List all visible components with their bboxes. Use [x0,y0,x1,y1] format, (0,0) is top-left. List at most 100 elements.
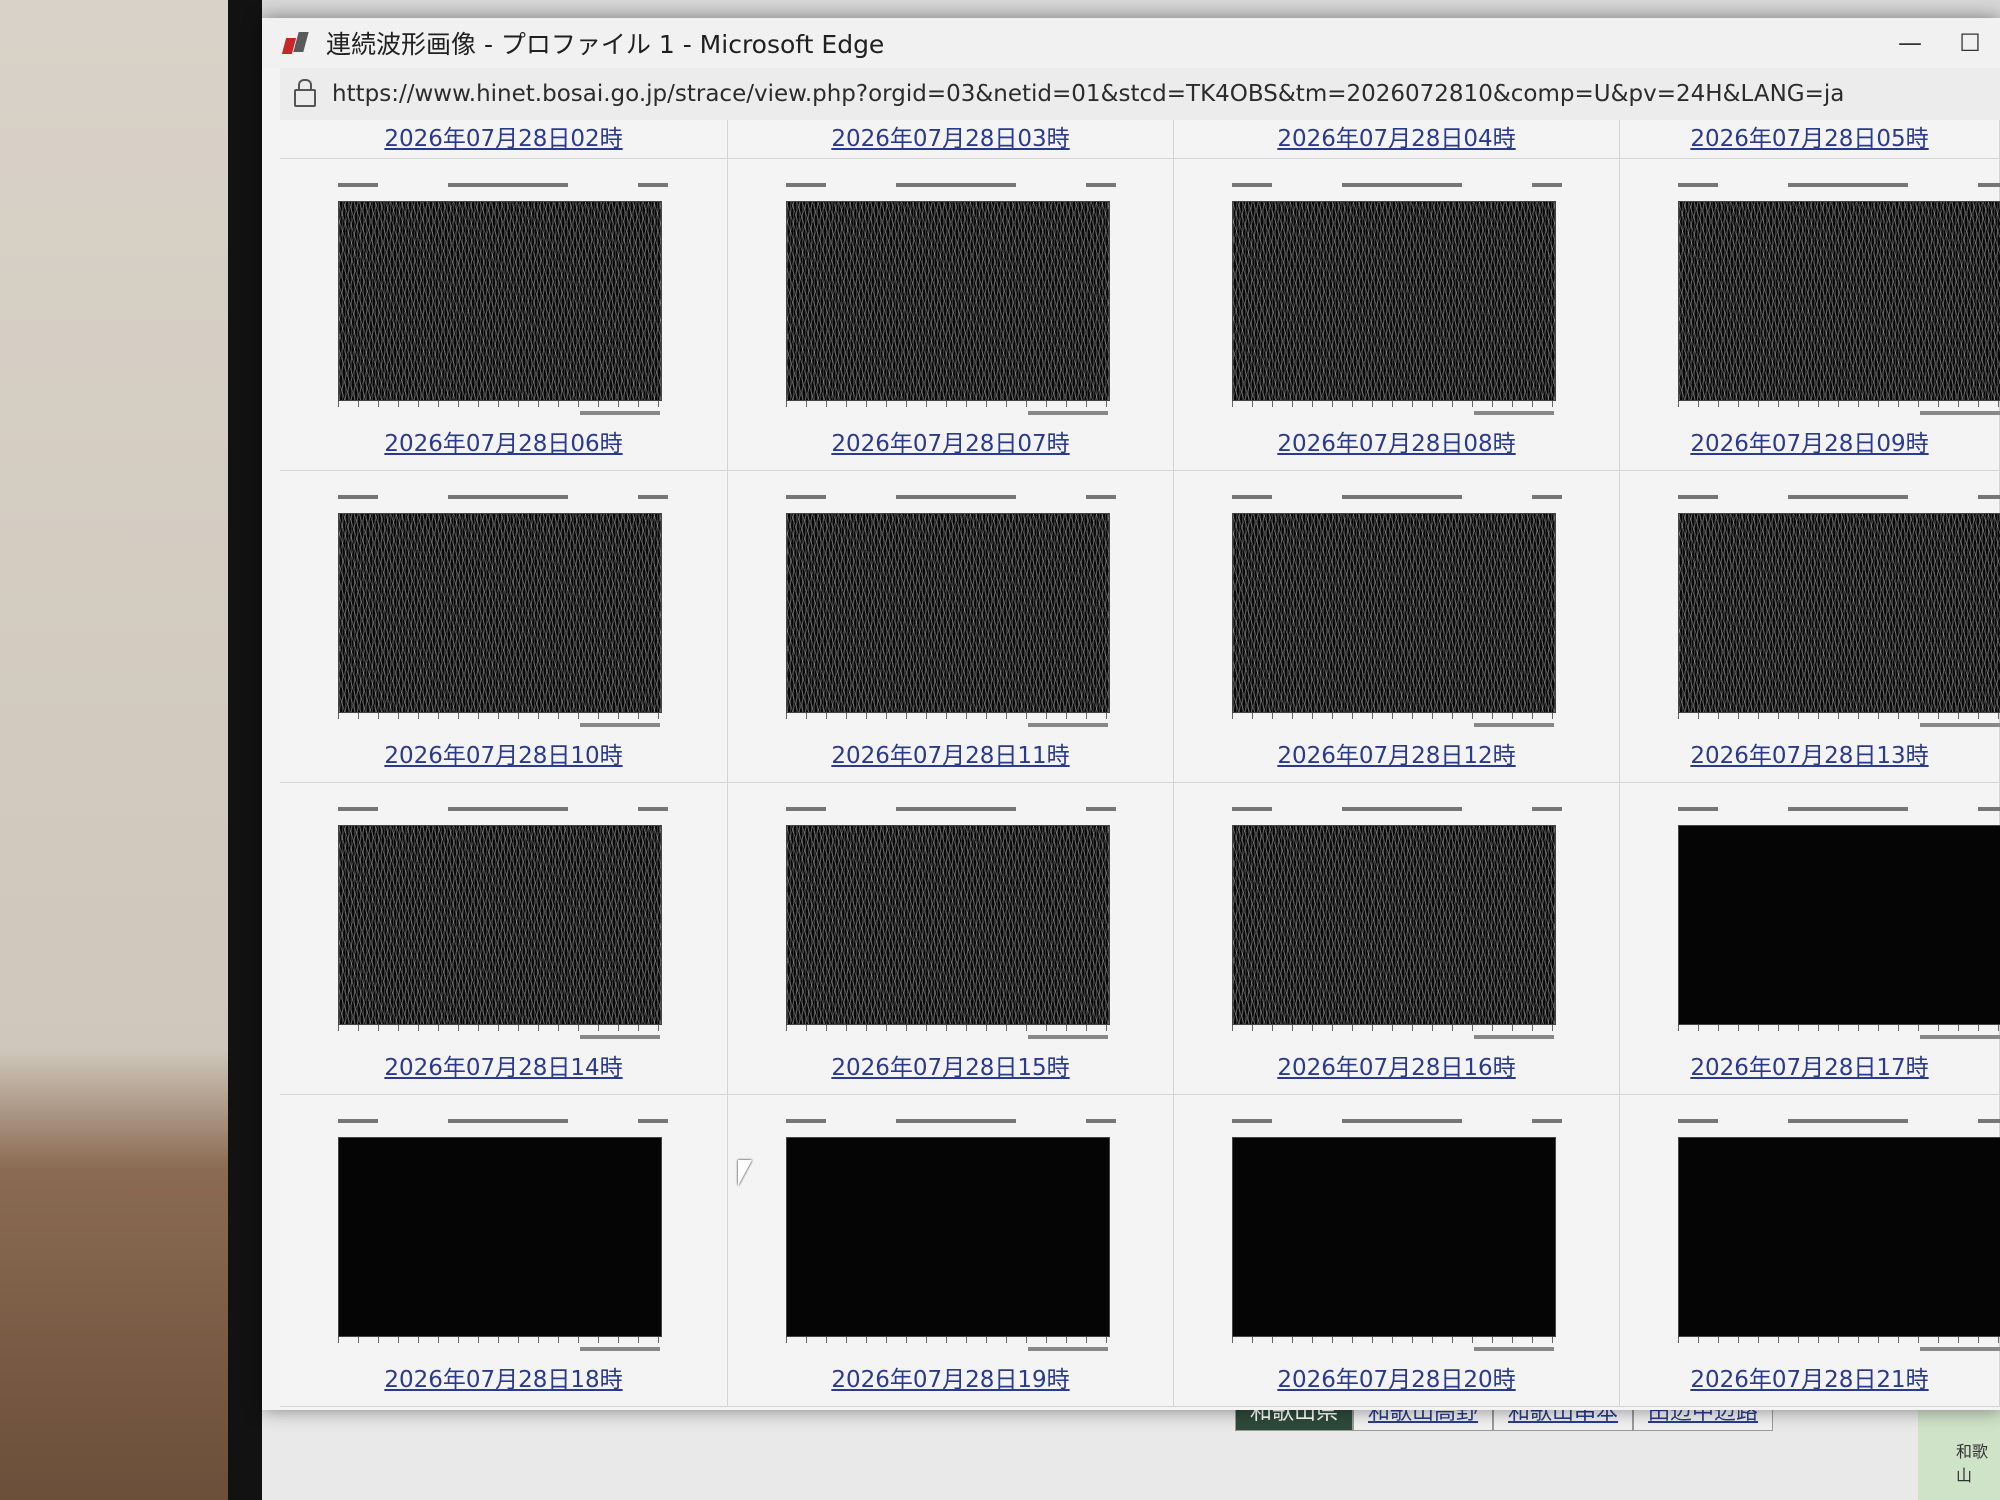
waveform-cell: 2026年07月28日11時 [728,471,1174,783]
plot-header [1232,495,1562,507]
waveform-plot [338,1137,662,1337]
hour-link[interactable]: 2026年07月28日20時 [1277,1367,1515,1393]
hour-link[interactable]: 2026年07月28日07時 [831,431,1069,457]
hour-link[interactable]: 2026年07月28日02時 [384,126,622,152]
waveform-plot [1232,201,1556,401]
waveform-grid: 2026年07月28日06時 2026年07月28日07時 2026年07月28日0… [280,159,2000,1407]
window-title: 連続波形画像 - プロファイル 1 - Microsoft Edge [326,30,885,59]
waveform-cell: 2026年07月28日08時 [1174,159,1620,471]
hour-link[interactable]: 2026年07月28日18時 [384,1367,622,1393]
waveform-plot [1678,1137,2000,1337]
time-axis-ticks [1232,1337,1554,1343]
waveform-cell: 2026年07月28日12時 [1174,471,1620,783]
cell-link-wrap: 2026年07月28日14時 [280,1048,727,1082]
plot-header [1232,183,1562,195]
cell-link-wrap: 2026年07月28日17時 [1620,1048,1999,1082]
plot-header [1678,183,2000,195]
hour-link[interactable]: 2026年07月28日12時 [1277,743,1515,769]
waveform-cell: 2026年07月28日20時 [1174,1095,1620,1407]
waveform-plot [786,825,1110,1025]
plot-footer [1028,1035,1108,1039]
waveform-cell: 2026年07月28日07時 [728,159,1174,471]
waveform-cell: 2026年07月28日18時 [280,1095,728,1407]
lock-icon[interactable] [294,79,316,107]
cell-link-wrap: 2026年07月28日11時 [728,736,1173,770]
cell-link-wrap: 2026年07月28日20時 [1174,1360,1619,1394]
plot-footer [1920,723,2000,727]
waveform-cell: 2026年07月28日06時 [280,159,728,471]
popup-window: 連続波形画像 - プロファイル 1 - Microsoft Edge — ☐ h… [262,18,2000,1410]
plot-header [338,495,668,507]
hour-link[interactable]: 2026年07月28日15時 [831,1055,1069,1081]
waveform-plot [338,825,662,1025]
hour-link[interactable]: 2026年07月28日13時 [1690,743,1928,769]
waveform-plot [786,513,1110,713]
time-axis-ticks [786,713,1108,719]
plot-footer [1474,411,1554,415]
time-axis-ticks [786,401,1108,407]
plot-header [786,183,1116,195]
time-axis-ticks [1678,1337,2000,1343]
top-link-row: 2026年07月28日02時 2026年07月28日03時 2026年07月28… [280,120,2000,160]
edge-app-icon [281,30,310,56]
waveform-plot [1678,825,2000,1025]
waveform-cell: 2026年07月28日19時 [728,1095,1174,1407]
time-axis-ticks [338,713,660,719]
cell-link-wrap: 2026年07月28日18時 [280,1360,727,1394]
url-text[interactable]: https://www.hinet.bosai.go.jp/strace/vie… [332,81,1844,107]
hour-link[interactable]: 2026年07月28日06時 [384,431,622,457]
cell-link-wrap: 2026年07月28日12時 [1174,736,1619,770]
address-bar[interactable]: https://www.hinet.bosai.go.jp/strace/vie… [280,68,2000,120]
map-label: 和歌山 [1956,1442,1989,1485]
waveform-plot [786,1137,1110,1337]
time-axis-ticks [1232,713,1554,719]
plot-header [1678,807,2000,819]
title-bar[interactable]: 連続波形画像 - プロファイル 1 - Microsoft Edge — ☐ [262,18,2000,68]
hour-link[interactable]: 2026年07月28日03時 [831,126,1069,152]
plot-footer [1474,1035,1554,1039]
plot-footer [580,1347,660,1351]
top-link-cell: 2026年07月28日04時 [1174,120,1620,160]
hour-link[interactable]: 2026年07月28日05時 [1690,126,1928,152]
plot-header [1678,495,2000,507]
top-link-cell: 2026年07月28日05時 [1620,120,2000,160]
plot-footer [1920,411,2000,415]
hour-link[interactable]: 2026年07月28日10時 [384,743,622,769]
time-axis-ticks [1232,401,1554,407]
hour-link[interactable]: 2026年07月28日11時 [831,743,1069,769]
hour-link[interactable]: 2026年07月28日04時 [1277,126,1515,152]
plot-header [786,1119,1116,1131]
time-axis-ticks [338,401,660,407]
waveform-cell: 2026年07月28日10時 [280,471,728,783]
hour-link[interactable]: 2026年07月28日08時 [1277,431,1515,457]
plot-header [786,807,1116,819]
plot-header [338,1119,668,1131]
maximize-button[interactable]: ☐ [1940,18,2000,68]
waveform-cell: 2026年07月28日15時 [728,783,1174,1095]
plot-footer [1474,1347,1554,1351]
cell-link-wrap: 2026年07月28日19時 [728,1360,1173,1394]
hour-link[interactable]: 2026年07月28日21時 [1690,1367,1928,1393]
cell-link-wrap: 2026年07月28日13時 [1620,736,1999,770]
waveform-plot [786,201,1110,401]
plot-header [1232,1119,1562,1131]
plot-header [1232,807,1562,819]
plot-footer [1920,1035,2000,1039]
waveform-cell: 2026年07月28日16時 [1174,783,1620,1095]
cell-link-wrap: 2026年07月28日16時 [1174,1048,1619,1082]
hour-link[interactable]: 2026年07月28日16時 [1277,1055,1515,1081]
hour-link[interactable]: 2026年07月28日14時 [384,1055,622,1081]
waveform-plot [338,201,662,401]
minimize-button[interactable]: — [1880,18,1940,68]
hour-link[interactable]: 2026年07月28日19時 [831,1367,1069,1393]
waveform-cell: 2026年07月28日17時 [1620,783,2000,1095]
background-map[interactable]: 和歌山 [1918,1400,2000,1500]
hour-link[interactable]: 2026年07月28日17時 [1690,1055,1928,1081]
hour-link[interactable]: 2026年07月28日09時 [1690,431,1928,457]
cell-link-wrap: 2026年07月28日07時 [728,424,1173,458]
waveform-cell: 2026年07月28日21時 [1620,1095,2000,1407]
time-axis-ticks [786,1337,1108,1343]
time-axis-ticks [1678,1025,2000,1031]
cell-link-wrap: 2026年07月28日21時 [1620,1360,1999,1394]
time-axis-ticks [1678,713,2000,719]
